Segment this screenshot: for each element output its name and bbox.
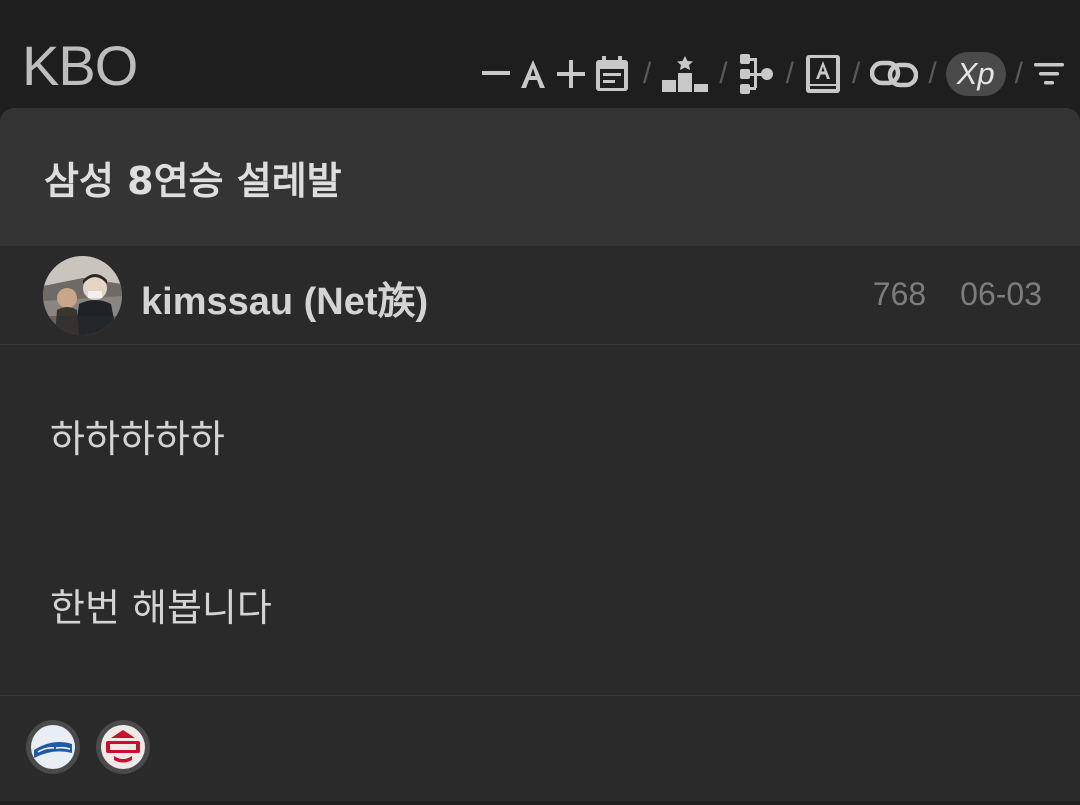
post-title: 삼성 8연승 설레발 (44, 159, 342, 203)
post-date: 06-03 (960, 276, 1042, 312)
toolbar-separator: / (642, 57, 652, 90)
dictionary-icon[interactable] (803, 50, 843, 98)
toolbar-separator: / (851, 57, 861, 90)
body-paragraph: 하하하하하 (50, 417, 225, 461)
body-paragraph: 한번 해봅니다 (50, 586, 272, 630)
avatar[interactable] (43, 256, 122, 335)
author-name[interactable]: kimssau (Net族) (141, 270, 428, 325)
post-meta: 768 06-03 (873, 276, 1042, 313)
link-icon[interactable] (869, 50, 919, 98)
toolbar-separator: / (719, 57, 728, 90)
author-row: kimssau (Net族) 768 06-03 (0, 246, 1080, 345)
lions-logo[interactable] (26, 720, 80, 774)
ranking-icon[interactable] (660, 50, 710, 98)
view-count: 768 (872, 276, 927, 312)
filter-icon[interactable] (1032, 50, 1066, 98)
top-bar: KBO / / / / / Xp / (0, 0, 1080, 108)
post-header: 삼성 8연승 설레발 (0, 108, 1080, 246)
board-title[interactable]: KBO (22, 32, 138, 100)
post-body: 하하하하하 한번 해봅니다 (0, 345, 1080, 696)
increase-font-icon[interactable] (552, 50, 590, 98)
toolbar: / / / / / Xp / (478, 50, 1066, 98)
toolbar-separator: / (928, 57, 937, 90)
calendar-icon[interactable] (590, 50, 634, 98)
post-card: 삼성 8연승 설레발 kimssau (Net族) 768 06-03 하하하하… (0, 108, 1080, 805)
toolbar-separator: / (785, 57, 794, 90)
landers-logo[interactable] (96, 720, 150, 774)
toolbar-separator: / (1014, 57, 1023, 90)
decrease-font-icon[interactable] (478, 50, 514, 98)
bottom-divider (0, 801, 1080, 805)
xp-icon[interactable]: Xp (945, 52, 1006, 96)
font-size-icon[interactable] (514, 50, 552, 98)
tree-view-icon[interactable] (737, 50, 777, 98)
team-badges (0, 696, 1080, 802)
